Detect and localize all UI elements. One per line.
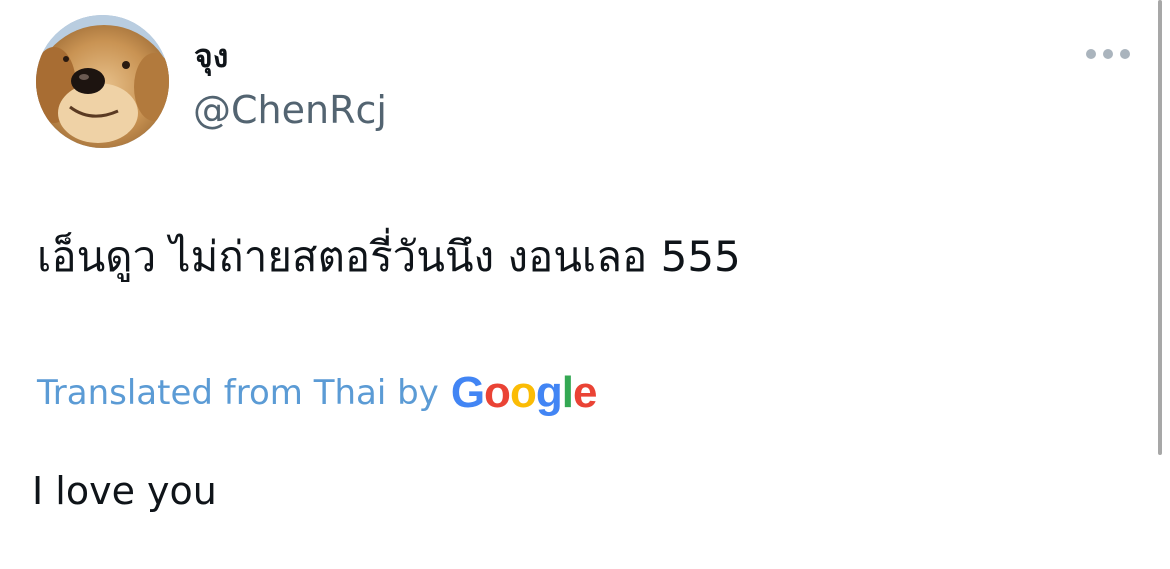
google-logo-letter: G [450,368,485,417]
more-options-icon [1086,49,1130,59]
google-logo-letter: g [535,368,563,417]
translation-label: Translated from Thai by [37,373,439,413]
translation-attribution[interactable]: Translated from Thai by Google [37,366,598,420]
user-handle[interactable]: @ChenRcj [193,86,387,134]
scrollbar[interactable] [1158,0,1162,455]
tweet-text: เอ็นดูว ไม่ถ่ายสตอรี่วันนึง งอนเลอ 555 [37,232,741,281]
display-name[interactable]: จุง [194,36,228,76]
translated-text: I love you [32,469,217,513]
dog-avatar-icon [36,15,169,148]
more-options-button[interactable] [1080,38,1136,70]
tweet-card: จุง @ChenRcj เอ็นดูว ไม่ถ่ายสตอรี่วันนึง… [0,0,1170,569]
google-logo-letter: o [509,368,537,417]
google-logo-letter: e [572,368,598,417]
avatar[interactable] [36,15,169,148]
google-logo-letter: l [561,368,574,417]
google-logo-letter: o [484,368,511,417]
google-logo: Google [450,366,598,420]
